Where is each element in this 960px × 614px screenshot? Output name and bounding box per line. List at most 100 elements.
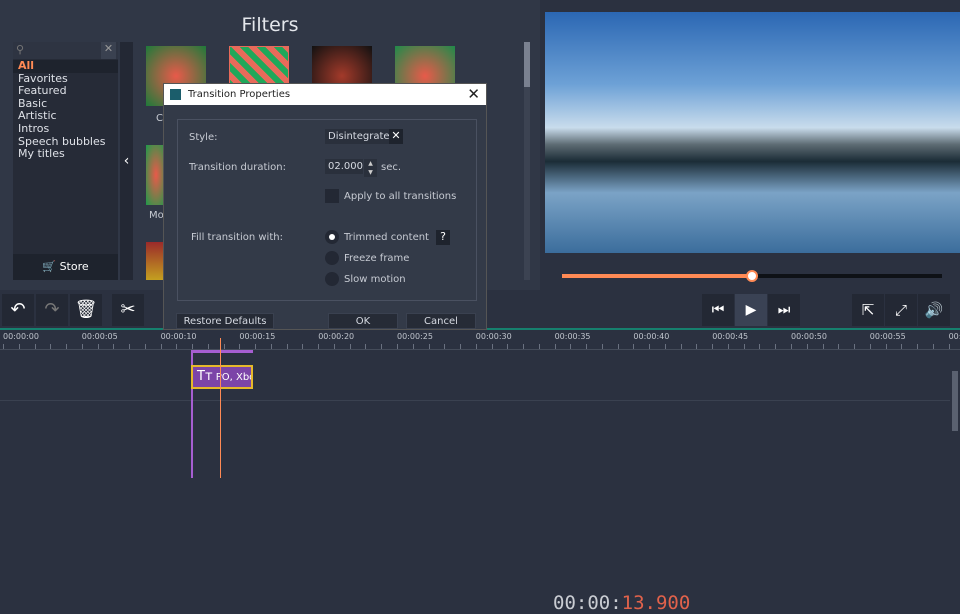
ruler-tick-mark	[649, 344, 651, 349]
duration-input[interactable]: 02.000	[325, 159, 363, 174]
ruler-tick-mark	[333, 344, 335, 349]
ruler-tick-label: 00:0	[948, 332, 960, 341]
ruler-tick-mark	[664, 344, 666, 349]
skip-forward-icon[interactable]: ⏭	[768, 294, 800, 326]
ruler-tick-mark	[81, 344, 83, 349]
help-button[interactable]: ?	[436, 230, 450, 245]
timecode: 00:00:13.900	[553, 592, 690, 614]
ruler-tick-mark	[144, 344, 146, 349]
ruler-tick-mark	[349, 344, 351, 349]
category-list: ⚲ ✕ All Favorites Featured Basic Artisti…	[13, 42, 118, 280]
external-window-icon[interactable]: ⇱	[852, 294, 884, 326]
ruler-tick-label: 00:00:20	[318, 332, 355, 341]
app-icon	[170, 89, 181, 100]
ruler-tick-mark	[948, 344, 950, 349]
ruler-tick-mark	[806, 344, 808, 349]
ruler-tick-mark	[50, 344, 52, 349]
play-icon[interactable]: ▶	[735, 294, 767, 326]
collapse-chevron-icon[interactable]: ‹	[120, 42, 133, 280]
filter-label: Mo	[149, 210, 164, 221]
radio-freeze-frame[interactable]	[325, 251, 339, 265]
timeline-tracks[interactable]	[0, 351, 960, 478]
style-value[interactable]: Disintegrate	[325, 129, 393, 144]
ruler-tick-mark	[160, 344, 162, 349]
ruler-tick-mark	[223, 344, 225, 349]
ruler-tick-mark	[97, 344, 99, 349]
ruler-tick-mark	[66, 344, 68, 349]
ruler-tick-mark	[538, 344, 540, 349]
redo-icon[interactable]: ↷	[36, 294, 68, 326]
ruler-tick-mark	[34, 344, 36, 349]
radio-trimmed-content[interactable]	[325, 230, 339, 244]
filters-title: Filters	[241, 14, 299, 36]
ruler-tick-mark	[270, 344, 272, 349]
apply-all-checkbox[interactable]	[325, 189, 339, 203]
timeline-scrollbar[interactable]	[952, 371, 958, 431]
playhead[interactable]	[220, 338, 221, 478]
ruler-tick-mark	[822, 344, 824, 349]
dialog-title: Transition Properties	[188, 89, 291, 100]
ruler-tick-mark	[192, 344, 194, 349]
ruler-tick-mark	[869, 344, 871, 349]
ruler-tick-mark	[397, 344, 398, 349]
timeline-ruler[interactable]: 00:00:00 00:00:05 00:00:10 00:00:15 00:00:20…	[0, 330, 960, 350]
store-label: Store	[59, 260, 89, 273]
ruler-tick-label: 00:00:40	[633, 332, 670, 341]
category-all[interactable]: All	[13, 59, 118, 73]
fullscreen-icon[interactable]: ⤢	[885, 294, 917, 326]
ruler-tick-mark	[365, 344, 367, 349]
scissors-icon[interactable]: ✂	[112, 294, 144, 326]
ruler-tick-mark	[523, 344, 525, 349]
ruler-tick-mark	[412, 344, 414, 349]
duration-stepper[interactable]: ▲ ▼	[364, 159, 377, 177]
option-slow-motion: Slow motion	[344, 274, 406, 285]
ruler-tick-mark	[838, 344, 840, 349]
search-input[interactable]: ⚲ ✕	[13, 42, 118, 59]
style-label: Style:	[189, 132, 218, 143]
ruler-tick-mark	[570, 344, 572, 349]
category-intros[interactable]: Intros	[18, 122, 49, 136]
category-featured[interactable]: Featured	[18, 84, 67, 98]
ruler-tick-mark	[601, 344, 603, 349]
ruler-tick-mark	[885, 344, 887, 349]
trash-icon[interactable]: 🗑	[70, 294, 102, 326]
filters-scrollbar[interactable]	[524, 42, 530, 280]
ruler-tick-mark	[475, 344, 477, 349]
ruler-tick-label: 00:00:35	[554, 332, 591, 341]
clear-search-icon[interactable]: ✕	[101, 42, 116, 59]
ruler-tick-mark	[460, 344, 462, 349]
option-freeze-frame: Freeze frame	[344, 253, 410, 264]
ruler-tick-mark	[113, 344, 115, 349]
duration-unit: sec.	[381, 162, 402, 173]
close-icon[interactable]: ✕	[467, 84, 480, 105]
transition-marker[interactable]	[191, 350, 253, 353]
filter-label: C	[156, 113, 163, 124]
ruler-tick-mark	[727, 344, 729, 349]
progress-handle[interactable]	[746, 270, 758, 282]
ruler-tick-mark	[381, 344, 383, 349]
store-button[interactable]: 🛒 Store	[13, 254, 118, 280]
ruler-tick-mark	[743, 344, 745, 349]
apply-all-label: Apply to all transitions	[344, 191, 457, 202]
timecode-current: 13.900	[621, 592, 691, 614]
ruler-tick-label: 00:00:55	[869, 332, 906, 341]
ruler-tick-mark	[302, 344, 304, 349]
video-preview	[545, 12, 960, 253]
track-divider	[0, 400, 950, 401]
radio-slow-motion[interactable]	[325, 272, 339, 286]
title-clip[interactable]: Tт PO, Xbo	[191, 365, 253, 389]
ruler-tick-mark	[775, 344, 777, 349]
ok-button[interactable]: OK	[328, 313, 398, 329]
category-artistic[interactable]: Artistic	[18, 109, 57, 123]
volume-icon[interactable]: 🔊	[918, 294, 950, 326]
restore-defaults-button[interactable]: Restore Defaults	[176, 313, 274, 329]
cancel-button[interactable]: Cancel	[406, 313, 476, 329]
ruler-tick-mark	[932, 344, 934, 349]
remove-style-icon[interactable]: ✕	[389, 129, 403, 144]
dialog-titlebar: Transition Properties ✕	[164, 84, 486, 105]
category-my-titles[interactable]: My titles	[18, 147, 65, 161]
undo-icon[interactable]: ↶	[2, 294, 34, 326]
ruler-tick-mark	[712, 344, 714, 349]
transition-properties-dialog: Transition Properties ✕ Style: Disintegr…	[163, 83, 487, 330]
skip-back-icon[interactable]: ⏮	[702, 294, 734, 326]
